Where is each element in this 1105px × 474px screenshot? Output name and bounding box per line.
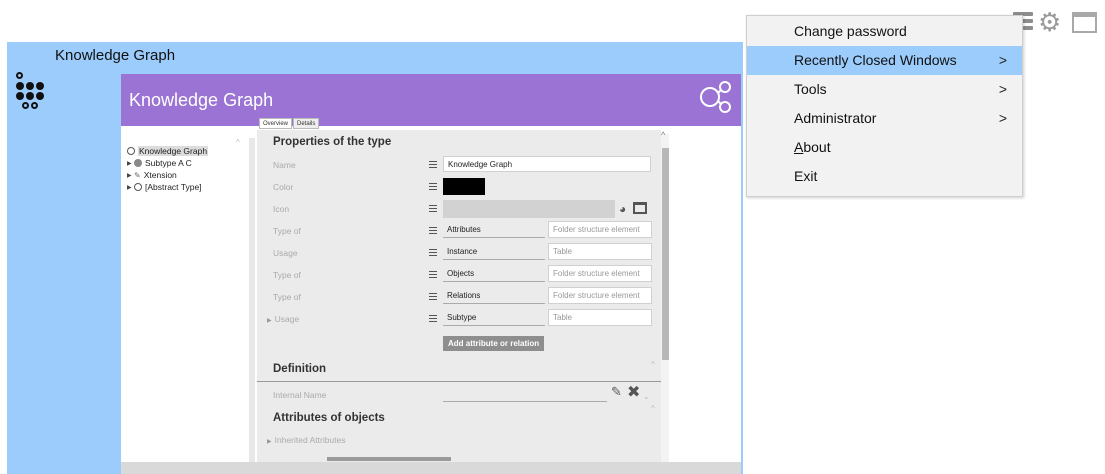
expand-icon[interactable]: ▶ — [127, 184, 134, 191]
list-icon[interactable] — [429, 227, 437, 236]
properties-scroll-thumb[interactable] — [662, 148, 669, 360]
row-label: ▶ Usage — [267, 314, 300, 324]
list-icon[interactable] — [429, 249, 437, 258]
row-value[interactable]: Instance — [443, 244, 545, 260]
submenu-arrow-icon: > — [998, 52, 1007, 68]
expand-icon[interactable]: ▶ — [127, 160, 134, 167]
list-icon[interactable] — [429, 161, 437, 170]
list-icon[interactable] — [429, 271, 437, 280]
menu-item-change-password[interactable]: Change password — [747, 17, 1022, 46]
section-properties-title: Properties of the type — [273, 136, 392, 148]
section-attributes-title: Attributes of objects — [273, 412, 385, 424]
row-label: Type of — [273, 226, 301, 236]
row-extra[interactable]: Folder structure element — [548, 265, 652, 282]
circle-outline-icon — [127, 147, 135, 155]
name-field[interactable]: Knowledge Graph — [443, 156, 651, 172]
expand-icon[interactable]: ▶ — [267, 318, 272, 324]
row-value[interactable]: Attributes — [443, 222, 545, 238]
inherited-attributes-row[interactable]: ▶ Inherited Attributes — [267, 435, 346, 445]
tree-item-abstract-type[interactable]: ▶ [Abstract Type] — [127, 182, 202, 192]
scroll-up-icon[interactable]: ^ — [661, 130, 665, 140]
menu-item-administrator[interactable]: Administrator > — [747, 104, 1022, 133]
window-icon[interactable] — [1072, 12, 1097, 33]
row-label: Type of — [273, 292, 301, 302]
submenu-arrow-icon: > — [998, 110, 1007, 126]
app-panel: Knowledge Graph Overview Details ^ Knowl… — [121, 74, 741, 474]
pencil-icon[interactable]: ✎ — [611, 384, 622, 400]
menu-item-recently-closed-windows[interactable]: Recently Closed Windows > — [747, 46, 1022, 75]
window-title: Knowledge Graph — [55, 47, 176, 64]
row-value[interactable]: Objects — [443, 266, 545, 282]
pen-icon: ✎ — [134, 170, 141, 180]
menu-item-about[interactable]: About — [747, 133, 1022, 162]
main-window: Knowledge Graph Knowledge Graph Overview… — [7, 42, 743, 474]
list-icon[interactable] — [429, 293, 437, 302]
window-icon[interactable] — [633, 202, 647, 214]
tree-scroll-up-icon[interactable]: ^ — [236, 138, 240, 147]
horizontal-scrollbar[interactable] — [121, 462, 741, 474]
collapse-icon[interactable]: ^ — [651, 404, 655, 413]
paint-bucket-icon[interactable]: ◕ — [619, 202, 626, 216]
app-logo-icon[interactable] — [14, 72, 44, 116]
menu-item-exit[interactable]: Exit — [747, 162, 1022, 191]
tree-item-xtension[interactable]: ▶ ✎ Xtension — [127, 170, 177, 180]
app-header-title: Knowledge Graph — [129, 90, 274, 110]
icon-field[interactable] — [443, 200, 615, 218]
name-label: Name — [273, 160, 296, 170]
row-value[interactable]: Relations — [443, 288, 545, 304]
settings-dropdown-menu: Change password Recently Closed Windows >… — [746, 15, 1023, 197]
divider — [257, 381, 661, 382]
circle-outline-icon — [134, 183, 142, 191]
tree-item-knowledge-graph[interactable]: Knowledge Graph — [127, 146, 209, 156]
row-extra[interactable]: Folder structure element — [548, 221, 652, 238]
list-icon[interactable] — [429, 205, 437, 214]
row-label: Type of — [273, 270, 301, 280]
app-header: Knowledge Graph — [121, 74, 741, 126]
icon-label: Icon — [273, 204, 290, 214]
color-label: Color — [273, 182, 294, 192]
circle-filled-icon — [134, 159, 142, 167]
collapse-icon[interactable]: ^ — [651, 360, 655, 369]
tab-overview[interactable]: Overview — [259, 118, 293, 129]
list-icon[interactable] — [429, 183, 437, 192]
horizontal-scroll-thumb[interactable] — [327, 457, 451, 461]
tab-details[interactable]: Details — [293, 118, 320, 129]
submenu-arrow-icon: > — [998, 81, 1007, 97]
expand-icon[interactable]: ▶ — [127, 172, 134, 179]
gear-icon[interactable]: ⚙ — [1038, 9, 1061, 35]
internal-name-label: Internal Name — [273, 390, 327, 400]
internal-name-field[interactable] — [443, 386, 607, 402]
pane-divider[interactable] — [249, 138, 255, 474]
color-swatch[interactable] — [443, 178, 485, 195]
knowledge-graph-logo-icon — [700, 81, 731, 113]
menu-item-tools[interactable]: Tools > — [747, 75, 1022, 104]
row-extra[interactable]: Table — [548, 243, 652, 260]
expand-down-icon[interactable]: ⌄ — [643, 392, 650, 401]
list-icon[interactable] — [429, 315, 437, 324]
row-extra[interactable]: Table — [548, 309, 652, 326]
detail-tabs: Overview Details — [259, 118, 320, 130]
section-definition-title: Definition — [273, 363, 327, 375]
row-value[interactable]: Subtype — [443, 310, 545, 326]
row-extra[interactable]: Folder structure element — [548, 287, 652, 304]
row-label: Usage — [273, 248, 298, 258]
add-attribute-button[interactable]: Add attribute or relation — [443, 336, 545, 351]
delete-icon[interactable]: ✖ — [627, 382, 640, 402]
type-tree: ^ Knowledge Graph ▶ Subtype A C ▶ ✎ Xten… — [121, 138, 247, 474]
tree-item-subtype[interactable]: ▶ Subtype A C — [127, 158, 192, 168]
expand-icon[interactable]: ▶ — [267, 439, 272, 445]
